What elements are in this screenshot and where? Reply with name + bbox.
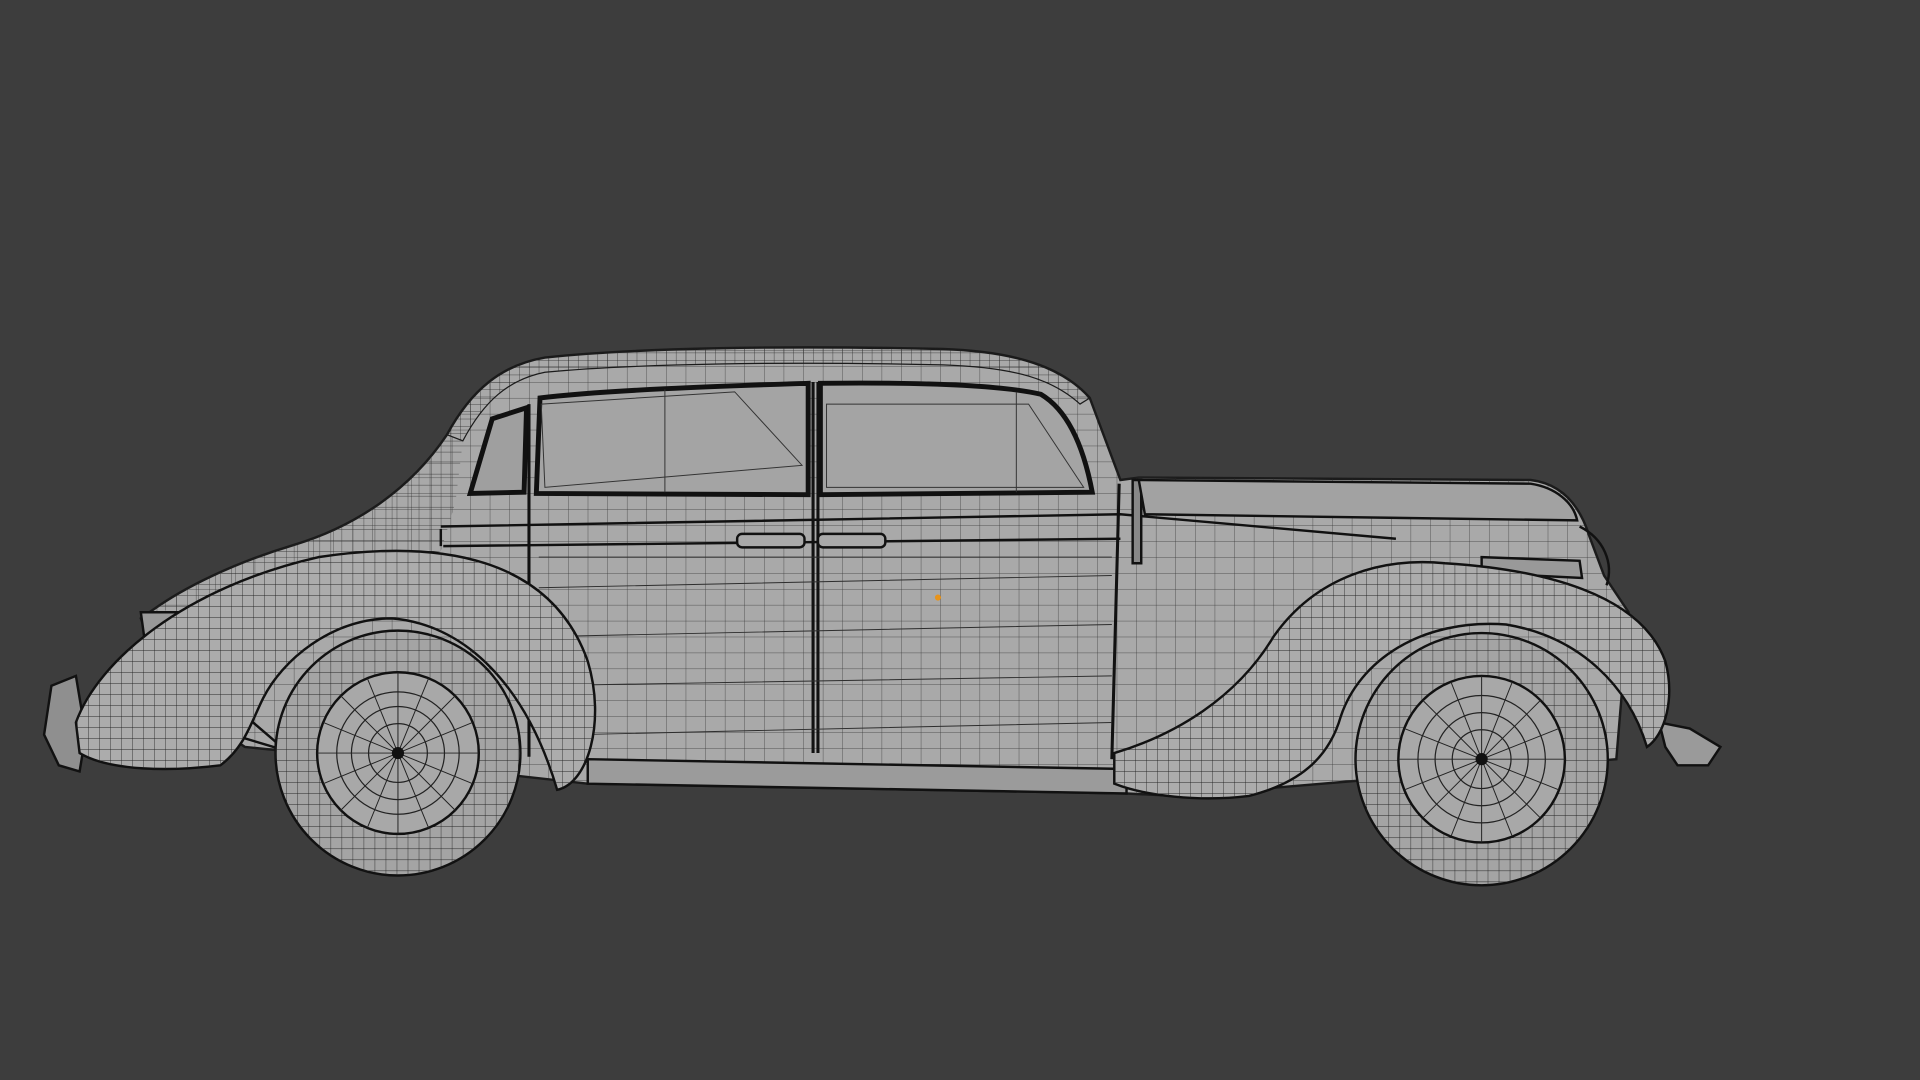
front-wheel — [1354, 631, 1609, 887]
car-wireframe-model[interactable] — [0, 0, 1920, 1080]
rear-wheel — [274, 629, 522, 877]
car-windows — [466, 380, 1096, 498]
front-bumper — [1657, 720, 1723, 767]
object-origin-marker[interactable] — [934, 594, 942, 601]
3d-viewport[interactable] — [0, 0, 1920, 1080]
